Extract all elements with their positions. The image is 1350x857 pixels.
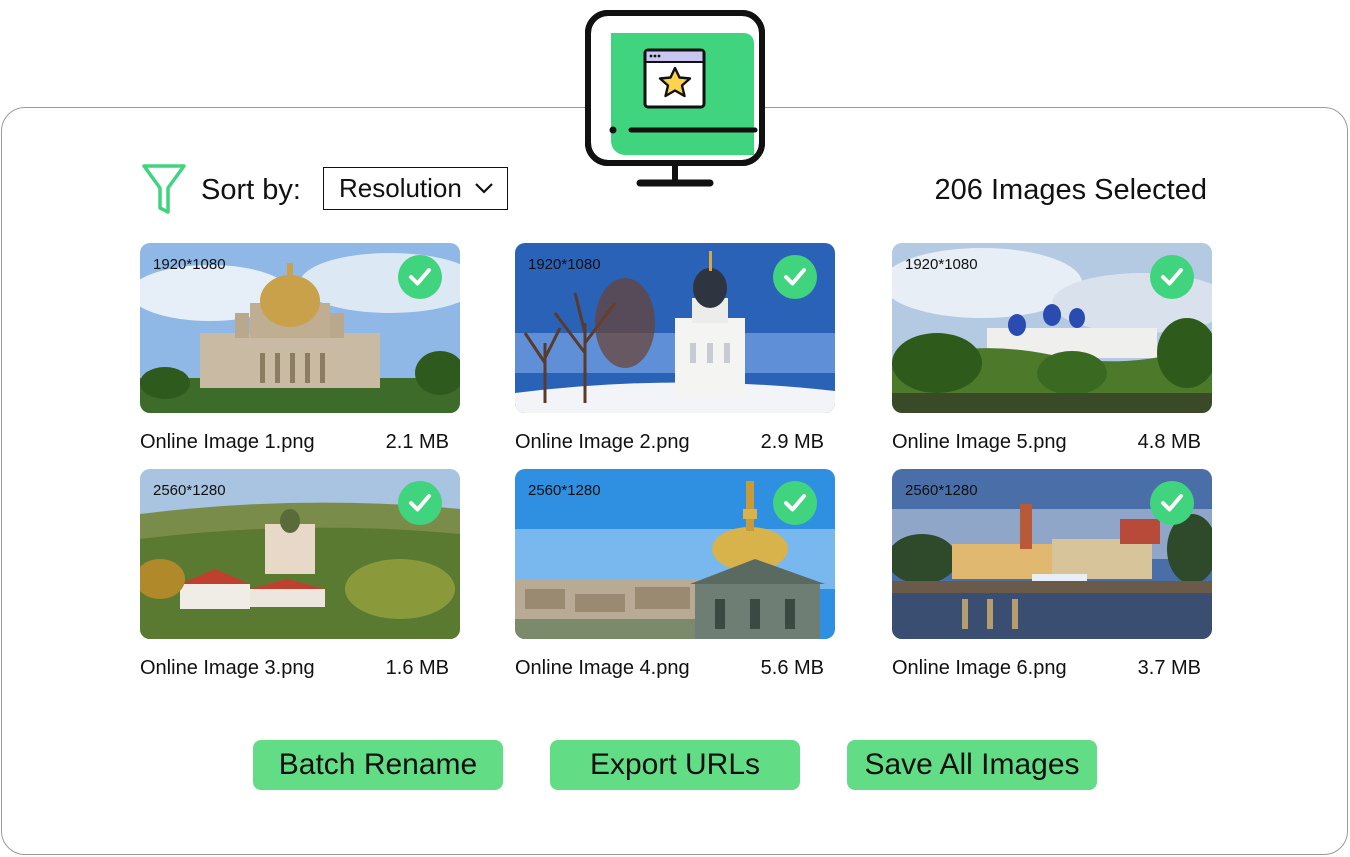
- selected-checkmark[interactable]: [1150, 481, 1194, 525]
- check-icon: [409, 494, 431, 512]
- save-all-images-button[interactable]: Save All Images: [847, 740, 1097, 790]
- image-thumbnail[interactable]: 2560*1280: [140, 469, 460, 639]
- image-name: Online Image 4.png: [515, 657, 690, 679]
- image-card: 1920*1080 Online Image 1.png 2.1 MB: [140, 243, 460, 457]
- selected-checkmark[interactable]: [773, 481, 817, 525]
- resolution-label: 1920*1080: [153, 256, 226, 273]
- resolution-label: 2560*1280: [528, 482, 601, 499]
- check-icon: [1161, 268, 1183, 286]
- image-card: 1920*1080 Online Image 2.png 2.9 MB: [515, 243, 835, 457]
- image-thumbnail[interactable]: 1920*1080: [140, 243, 460, 413]
- image-name: Online Image 5.png: [892, 431, 1067, 453]
- sort-dropdown[interactable]: Resolution: [323, 167, 508, 210]
- image-thumbnail[interactable]: 2560*1280: [515, 469, 835, 639]
- image-name: Online Image 3.png: [140, 657, 315, 679]
- selected-count: 206 Images Selected: [934, 174, 1207, 206]
- selected-checkmark[interactable]: [1150, 255, 1194, 299]
- image-card: 1920*1080 Online Image 5.png 4.8 MB: [892, 243, 1212, 457]
- batch-rename-button[interactable]: Batch Rename: [253, 740, 503, 790]
- image-name: Online Image 1.png: [140, 431, 315, 453]
- sort-value: Resolution: [339, 173, 462, 203]
- image-thumbnail[interactable]: 2560*1280: [892, 469, 1212, 639]
- image-size: 2.9 MB: [760, 431, 824, 453]
- selected-checkmark[interactable]: [398, 481, 442, 525]
- image-size: 2.1 MB: [385, 431, 449, 453]
- resolution-label: 1920*1080: [905, 256, 978, 273]
- image-size: 5.6 MB: [760, 657, 824, 679]
- resolution-label: 2560*1280: [905, 482, 978, 499]
- image-name: Online Image 6.png: [892, 657, 1067, 679]
- chevron-down-icon: [475, 183, 493, 194]
- check-icon: [784, 494, 806, 512]
- image-thumbnail[interactable]: 1920*1080: [515, 243, 835, 413]
- selected-checkmark[interactable]: [773, 255, 817, 299]
- filter-icon[interactable]: [141, 163, 187, 215]
- image-thumbnail[interactable]: 1920*1080: [892, 243, 1212, 413]
- image-card: 2560*1280 Online Image 3.png 1.6 MB: [140, 469, 460, 683]
- check-icon: [409, 268, 431, 286]
- resolution-label: 2560*1280: [153, 482, 226, 499]
- export-urls-button[interactable]: Export URLs: [550, 740, 800, 790]
- resolution-label: 1920*1080: [528, 256, 601, 273]
- check-icon: [784, 268, 806, 286]
- image-size: 3.7 MB: [1137, 657, 1201, 679]
- check-icon: [1161, 494, 1183, 512]
- sort-label: Sort by:: [201, 174, 301, 206]
- image-size: 4.8 MB: [1137, 431, 1201, 453]
- image-card: 2560*1280 Online Image 4.png 5.6 MB: [515, 469, 835, 683]
- image-card: 2560*1280 Online Image 6.png 3.7 MB: [892, 469, 1212, 683]
- image-name: Online Image 2.png: [515, 431, 690, 453]
- selected-checkmark[interactable]: [398, 255, 442, 299]
- monitor-star-icon: [585, 10, 765, 187]
- image-size: 1.6 MB: [385, 657, 449, 679]
